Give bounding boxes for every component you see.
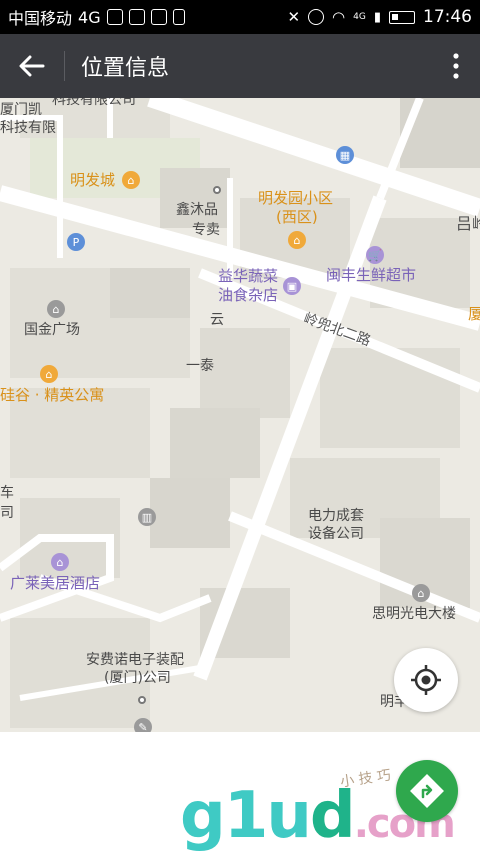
metro-icon[interactable]: ▦	[336, 146, 354, 164]
mute-icon: ✕	[287, 8, 301, 26]
map-label: 广莱美居酒店	[10, 574, 101, 592]
carrier-name: 中国移动	[8, 9, 73, 28]
map-label: 云	[210, 312, 224, 328]
map-label: 科技有限	[0, 120, 56, 136]
map-label: 一泰	[186, 358, 214, 374]
app-bar-divider	[64, 51, 65, 81]
map-label: 电力成套	[308, 508, 364, 524]
map-label: (厦门)公司	[104, 670, 171, 686]
map-label: 专卖	[192, 222, 220, 238]
store-poi-icon[interactable]: ▣	[283, 277, 301, 295]
map-label: 硅谷 · 精英公寓	[0, 386, 105, 404]
network-type: 4G	[78, 7, 101, 27]
notification-icon-2	[150, 9, 167, 25]
map-label: 鑫沐品	[176, 202, 218, 218]
map-label: 司	[0, 505, 14, 521]
sim-icon	[172, 9, 185, 25]
map-label: 厦	[468, 305, 480, 323]
navigation-button[interactable]	[396, 760, 458, 822]
building-poi-icon[interactable]: ▥	[138, 508, 156, 526]
map-label: 明发园小区	[258, 189, 334, 207]
tool-poi-icon[interactable]: ✎	[134, 718, 152, 732]
status-bar: 中国移动 4G ✕ ◠ 4G ▮ 17:46	[0, 0, 480, 34]
watermark-g: g	[180, 779, 226, 853]
landmark-icon[interactable]: ⌂	[47, 300, 65, 318]
shopping-cart-icon[interactable]: 🛒	[366, 246, 384, 264]
home-poi-icon[interactable]: ⌂	[288, 231, 306, 249]
back-button[interactable]	[0, 34, 64, 98]
map-label: (西区)	[276, 208, 318, 226]
landmark-icon[interactable]: ⌂	[412, 584, 430, 602]
map-base	[0, 98, 480, 728]
map-label: 厦门凯	[0, 102, 42, 118]
battery-icon	[389, 10, 415, 24]
locate-icon	[411, 665, 441, 695]
watermark-lu: 1u	[223, 779, 312, 853]
map-label: 思明光电大楼	[372, 606, 456, 622]
map-label: 设备公司	[308, 526, 364, 542]
home-poi-icon[interactable]: ⌂	[122, 171, 140, 189]
map-label: 油食杂店	[218, 286, 279, 304]
map-label: 安费诺电子装配	[86, 652, 184, 668]
hotel-poi-icon[interactable]: ⌂	[51, 553, 69, 571]
back-arrow-icon	[19, 55, 45, 77]
map-label: 吕岭	[456, 214, 480, 233]
home-poi-icon[interactable]: ⌂	[40, 365, 58, 383]
place-dot[interactable]	[138, 696, 146, 704]
notification-icon	[128, 9, 145, 25]
map-label: 明发城	[70, 171, 116, 189]
map-label: 益华蔬菜	[218, 267, 279, 285]
more-vert-icon	[453, 53, 459, 79]
map-label: 科技有限公司	[52, 98, 136, 108]
map-label: 车	[0, 485, 14, 501]
signal-4g-label: 4G	[353, 12, 366, 22]
map-label: 闽丰生鲜超市	[326, 266, 417, 284]
locate-button[interactable]	[394, 648, 458, 712]
app-bar: 位置信息	[0, 34, 480, 98]
map-label: 国金广场	[24, 322, 80, 338]
more-options-button[interactable]	[432, 34, 480, 98]
parking-icon[interactable]: P	[67, 233, 85, 251]
alarm-icon	[308, 9, 325, 25]
navigation-icon	[410, 774, 444, 808]
place-dot[interactable]	[213, 186, 221, 194]
page-title: 位置信息	[81, 56, 170, 81]
signal-icon: ▮	[373, 9, 381, 25]
clock: 17:46	[423, 7, 472, 27]
map-view[interactable]: 厦门凯 科技有限公司 科技有限 明发城 ⌂ 鑫沐品 专卖 明发园小区 (西区) …	[0, 98, 480, 732]
image-icon	[106, 9, 123, 25]
wifi-icon: ◠	[332, 8, 346, 26]
